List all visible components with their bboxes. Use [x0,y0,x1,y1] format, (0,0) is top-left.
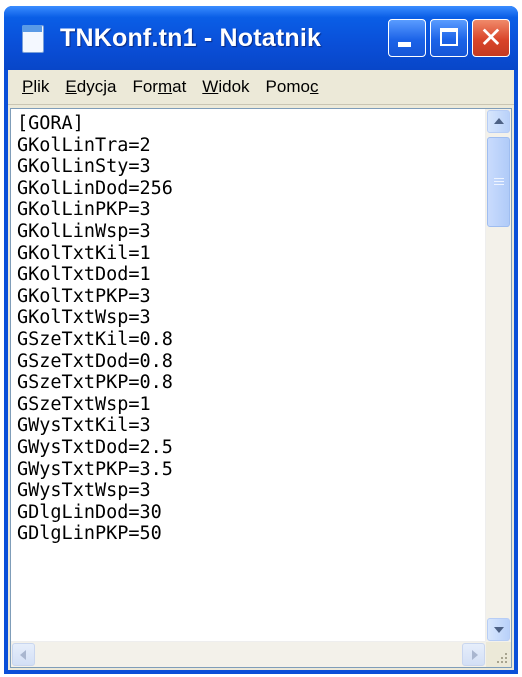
text-line: [GORA] [17,113,84,134]
text-area[interactable]: [GORA] GKolLinTra=2 GKolLinSty=3 GKolLinDod… [11,109,486,642]
text-line: GKolTxtWsp=3 [17,307,151,329]
text-line: GDlgLinDod=30 [17,501,162,523]
text-line: GWysTxtDod=2.5 [17,436,173,458]
minimize-button[interactable] [388,19,426,57]
text-line: GKolTxtKil=1 [17,242,151,264]
text-line: GSzeTxtWsp=1 [17,393,151,415]
minimize-icon [398,42,411,47]
menu-item-plik[interactable]: Plik [14,77,57,97]
maximize-icon [440,28,458,46]
notepad-icon[interactable] [20,23,46,53]
text-line: GDlgLinPKP=50 [17,523,162,545]
text-line: GWysTxtPKP=3.5 [17,458,173,480]
vertical-scrollbar[interactable] [485,109,511,642]
size-grip[interactable] [486,642,511,667]
chevron-down-icon [494,627,504,633]
window-title: TNKonf.tn1 - Notatnik [60,23,322,52]
text-line: GSzeTxtKil=0.8 [17,328,173,350]
chevron-right-icon [472,650,478,660]
text-line: GKolTxtPKP=3 [17,285,151,307]
chevron-up-icon [494,118,504,124]
menu-item-pomoc[interactable]: Pomoc [258,77,327,97]
text-line: GWysTxtWsp=3 [17,480,151,502]
scroll-down-button[interactable] [487,618,510,641]
menu-item-format[interactable]: Format [124,77,194,97]
scroll-up-button[interactable] [487,110,510,133]
text-line: GKolLinDod=256 [17,177,173,199]
chevron-left-icon [20,650,26,660]
horizontal-scrollbar[interactable] [11,641,486,667]
text-line: GKolTxtDod=1 [17,264,151,286]
text-line: GKolLinPKP=3 [17,199,151,221]
menu-bar: Plik Edycja Format Widok Pomoc [8,70,514,105]
scroll-left-button[interactable] [12,643,35,666]
scroll-thumb[interactable] [487,137,510,227]
grip-icon [494,178,504,186]
menu-item-widok[interactable]: Widok [194,77,257,97]
text-line: GKolLinWsp=3 [17,220,151,242]
maximize-button[interactable] [430,19,468,57]
menu-item-edycja[interactable]: Edycja [57,77,124,97]
scroll-right-button[interactable] [462,643,485,666]
text-line: GWysTxtKil=3 [17,415,151,437]
text-line: GKolLinSty=3 [17,156,151,178]
text-line: GSzeTxtDod=0.8 [17,350,173,372]
close-icon: ✕ [479,21,503,54]
text-editor[interactable]: [GORA] GKolLinTra=2 GKolLinSty=3 GKolLinDod… [10,108,512,668]
close-button[interactable]: ✕ [472,19,510,57]
text-line: GSzeTxtPKP=0.8 [17,372,173,394]
title-bar[interactable]: TNKonf.tn1 - Notatnik ✕ [4,6,518,70]
window-controls: ✕ [388,19,510,57]
client-area: Plik Edycja Format Widok Pomoc [GORA] GKolLin… [8,70,514,670]
text-line: GKolLinTra=2 [17,134,151,156]
notepad-window: TNKonf.tn1 - Notatnik ✕ Plik Edycja Format… [4,6,518,674]
